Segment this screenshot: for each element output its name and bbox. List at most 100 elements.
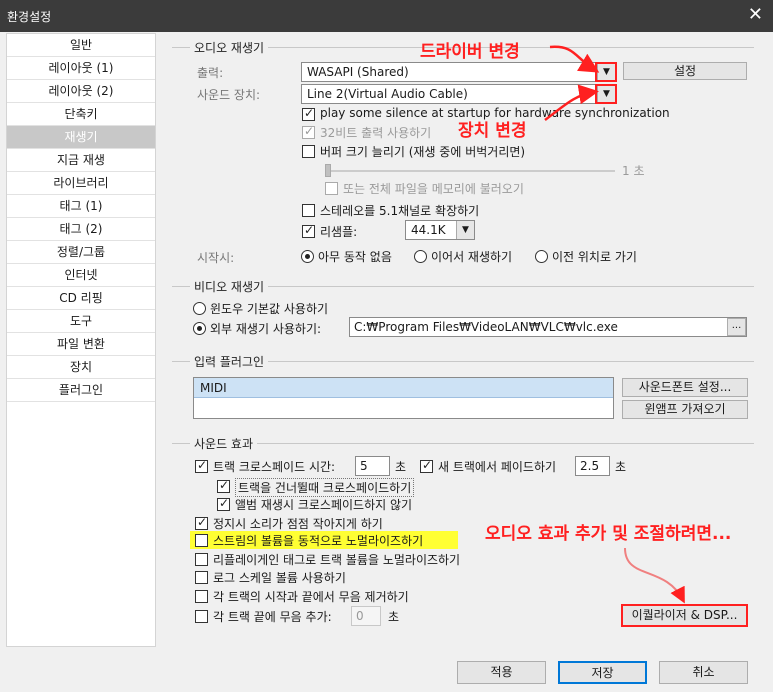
bit32-output-label: 32비트 출력 사용하기 bbox=[320, 126, 432, 140]
section-title-input-plugins: 입력 플러그인 bbox=[190, 353, 269, 370]
sidebar-item-devices[interactable]: 장치 bbox=[7, 356, 155, 379]
add-silence-label: 각 트랙 끝에 무음 추가: bbox=[213, 610, 332, 624]
startup-option-none: 아무 동작 없음 bbox=[318, 250, 392, 264]
buffer-slider-track[interactable] bbox=[325, 170, 615, 172]
soundfont-settings-button[interactable]: 사운드폰트 설정... bbox=[622, 378, 748, 397]
save-button[interactable]: 저장 bbox=[558, 661, 647, 684]
no-album-crossfade-checkbox[interactable] bbox=[217, 496, 230, 511]
annotation-driver-change: 드라이버 변경 bbox=[420, 42, 520, 62]
add-silence-checkbox[interactable] bbox=[195, 610, 208, 623]
bit32-output-checkbox[interactable] bbox=[302, 124, 315, 139]
sidebar-item-tags-1[interactable]: 태그 (1) bbox=[7, 195, 155, 218]
sidebar-item-layout-1[interactable]: 레이아웃 (1) bbox=[7, 57, 155, 80]
crossfade-label: 트랙 크로스페이드 시간: bbox=[213, 460, 336, 474]
play-silence-checkbox[interactable] bbox=[302, 106, 315, 121]
sound-device-select-value: Line 2(Virtual Audio Cable) bbox=[307, 87, 468, 101]
video-external-player-radio[interactable] bbox=[193, 322, 206, 335]
buffer-value: 1 초 bbox=[622, 164, 645, 178]
fade-on-stop-checkbox[interactable] bbox=[195, 515, 208, 530]
whole-file-checkbox[interactable] bbox=[325, 182, 338, 195]
sidebar-item-cd-ripping[interactable]: CD 리핑 bbox=[7, 287, 155, 310]
startup-radio-previous[interactable] bbox=[535, 250, 548, 263]
close-icon[interactable]: ✕ bbox=[748, 4, 763, 25]
sidebar-item-general[interactable]: 일반 bbox=[7, 34, 155, 57]
crossfade-time-input[interactable]: 5 bbox=[355, 456, 390, 476]
normalize-stream-checkbox[interactable] bbox=[195, 534, 208, 547]
stereo-expand-label: 스테레오를 5.1채널로 확장하기 bbox=[320, 204, 480, 218]
whole-file-label: 또는 전체 파일을 메모리에 불러오기 bbox=[343, 182, 524, 196]
browse-button[interactable]: ... bbox=[727, 318, 746, 336]
title-bar: 환경설정 ✕ bbox=[0, 0, 773, 32]
import-winamp-button[interactable]: 윈앰프 가져오기 bbox=[622, 400, 748, 419]
resample-select-value: 44.1K bbox=[411, 223, 446, 237]
sidebar-item-plugins[interactable]: 플러그인 bbox=[7, 379, 155, 402]
output-settings-button[interactable]: 설정 bbox=[623, 62, 747, 80]
section-divider bbox=[172, 443, 754, 444]
apply-button[interactable]: 적용 bbox=[457, 661, 546, 684]
sidebar-item-layout-2[interactable]: 레이아웃 (2) bbox=[7, 80, 155, 103]
sound-device-select[interactable]: Line 2(Virtual Audio Cable) ▼ bbox=[301, 84, 616, 104]
output-select-value: WASAPI (Shared) bbox=[307, 65, 409, 79]
crossfade-unit: 초 bbox=[395, 460, 407, 474]
annotation-effects-hint: 오디오 효과 추가 및 조절하려면... bbox=[485, 524, 732, 544]
add-silence-input[interactable]: 0 bbox=[351, 606, 381, 626]
equalizer-dsp-button[interactable]: 이퀄라이저 & DSP... bbox=[621, 604, 748, 627]
section-title-sound-effects: 사운드 효과 bbox=[190, 435, 258, 452]
skip-crossfade-checkbox[interactable] bbox=[217, 478, 230, 493]
output-select[interactable]: WASAPI (Shared) ▼ bbox=[301, 62, 616, 82]
fade-on-stop-label: 정지시 소리가 점점 작아지게 하기 bbox=[213, 517, 383, 531]
annotation-device-change: 장치 변경 bbox=[458, 121, 527, 141]
add-silence-value: 0 bbox=[356, 609, 364, 623]
video-external-player-label: 외부 재생기 사용하기: bbox=[210, 322, 322, 336]
replaygain-checkbox[interactable] bbox=[195, 553, 208, 566]
log-scale-volume-label: 로그 스케일 볼륨 사용하기 bbox=[213, 571, 346, 585]
buffer-slider-thumb[interactable] bbox=[325, 164, 331, 177]
crossfade-checkbox[interactable] bbox=[195, 458, 208, 473]
annotation-box-device bbox=[595, 84, 617, 104]
log-scale-volume-checkbox[interactable] bbox=[195, 571, 208, 584]
video-external-path-value: C:₩Program Files₩VideoLAN₩VLC₩vlc.exe bbox=[354, 320, 618, 334]
video-external-path-input[interactable]: C:₩Program Files₩VideoLAN₩VLC₩vlc.exe bbox=[349, 317, 747, 337]
sidebar-item-sort-group[interactable]: 정렬/그룹 bbox=[7, 241, 155, 264]
video-default-window-radio[interactable] bbox=[193, 302, 206, 315]
window-title: 환경설정 bbox=[7, 10, 52, 24]
startup-radio-resume[interactable] bbox=[414, 250, 427, 263]
arrow-effects bbox=[624, 547, 685, 604]
annotation-box-output bbox=[595, 62, 617, 82]
startup-radio-none[interactable] bbox=[301, 250, 314, 263]
chevron-down-icon[interactable]: ▼ bbox=[456, 221, 474, 239]
startup-label: 시작시: bbox=[197, 251, 235, 265]
skip-crossfade-label: 트랙을 건너뛸때 크로스페이드하기 bbox=[235, 478, 415, 497]
cancel-button[interactable]: 취소 bbox=[659, 661, 748, 684]
buffer-checkbox[interactable] bbox=[302, 145, 315, 158]
section-title-video: 비디오 재생기 bbox=[190, 278, 269, 295]
sidebar-item-tools[interactable]: 도구 bbox=[7, 310, 155, 333]
sidebar-item-player[interactable]: 재생기 bbox=[7, 126, 155, 149]
sidebar-item-file-convert[interactable]: 파일 변환 bbox=[7, 333, 155, 356]
output-label: 출력: bbox=[197, 66, 224, 80]
sidebar-item-internet[interactable]: 인터넷 bbox=[7, 264, 155, 287]
sidebar-item-tags-2[interactable]: 태그 (2) bbox=[7, 218, 155, 241]
resample-select[interactable]: 44.1K ▼ bbox=[405, 220, 475, 240]
stereo-expand-checkbox[interactable] bbox=[302, 204, 315, 217]
new-track-fade-input[interactable]: 2.5 bbox=[575, 456, 610, 476]
input-plugins-list[interactable]: MIDI bbox=[193, 377, 614, 419]
add-silence-unit: 초 bbox=[388, 610, 400, 624]
section-title-audio: 오디오 재생기 bbox=[190, 39, 269, 56]
new-track-fade-checkbox[interactable] bbox=[420, 458, 433, 473]
buffer-label: 버퍼 크기 늘리기 (재생 중에 버벅거리면) bbox=[320, 145, 526, 159]
dialog-footer: 적용 저장 취소 bbox=[0, 648, 773, 692]
normalize-stream-label: 스트림의 볼륨을 동적으로 노멀라이즈하기 bbox=[213, 534, 424, 548]
new-track-fade-label: 새 트랙에서 페이드하기 bbox=[438, 460, 557, 474]
resample-checkbox[interactable] bbox=[302, 223, 315, 238]
resample-label: 리샘플: bbox=[320, 225, 358, 239]
new-track-fade-unit: 초 bbox=[615, 460, 627, 474]
remove-silence-checkbox[interactable] bbox=[195, 590, 208, 603]
sidebar-item-now-playing[interactable]: 지금 재생 bbox=[7, 149, 155, 172]
no-album-crossfade-label: 앨범 재생시 크로스페이드하지 않기 bbox=[235, 498, 413, 512]
sidebar-item-shortcuts[interactable]: 단축키 bbox=[7, 103, 155, 126]
list-item[interactable]: MIDI bbox=[194, 378, 613, 398]
remove-silence-label: 각 트랙의 시작과 끝에서 무음 제거하기 bbox=[213, 590, 409, 604]
startup-option-resume: 이어서 재생하기 bbox=[431, 250, 513, 264]
sidebar-item-library[interactable]: 라이브러리 bbox=[7, 172, 155, 195]
